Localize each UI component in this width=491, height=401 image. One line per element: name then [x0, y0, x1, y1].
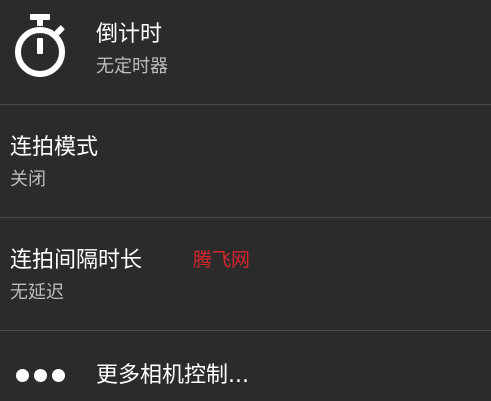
burst-mode-title: 连拍模式 — [10, 135, 99, 160]
dot-icon — [34, 369, 47, 382]
dot-icon — [16, 369, 29, 382]
menu-item-more-controls[interactable]: 更多相机控制... — [0, 331, 491, 401]
watermark-text: 腾飞网 — [193, 249, 251, 271]
stopwatch-icon — [15, 14, 65, 77]
more-dots-icon — [16, 369, 65, 382]
burst-interval-value: 无延迟 — [10, 282, 64, 303]
menu-item-burst-interval[interactable]: 连拍间隔时长 腾飞网 无延迟 — [0, 218, 491, 330]
timer-value: 无定时器 — [96, 56, 168, 77]
menu-item-burst-mode[interactable]: 连拍模式 关闭 — [0, 105, 491, 217]
burst-mode-value: 关闭 — [10, 169, 46, 190]
timer-title: 倒计时 — [96, 22, 163, 47]
dot-icon — [52, 369, 65, 382]
menu-item-timer[interactable]: 倒计时 无定时器 — [0, 0, 491, 104]
more-controls-title: 更多相机控制... — [96, 363, 249, 388]
burst-interval-title: 连拍间隔时长 — [10, 248, 143, 273]
